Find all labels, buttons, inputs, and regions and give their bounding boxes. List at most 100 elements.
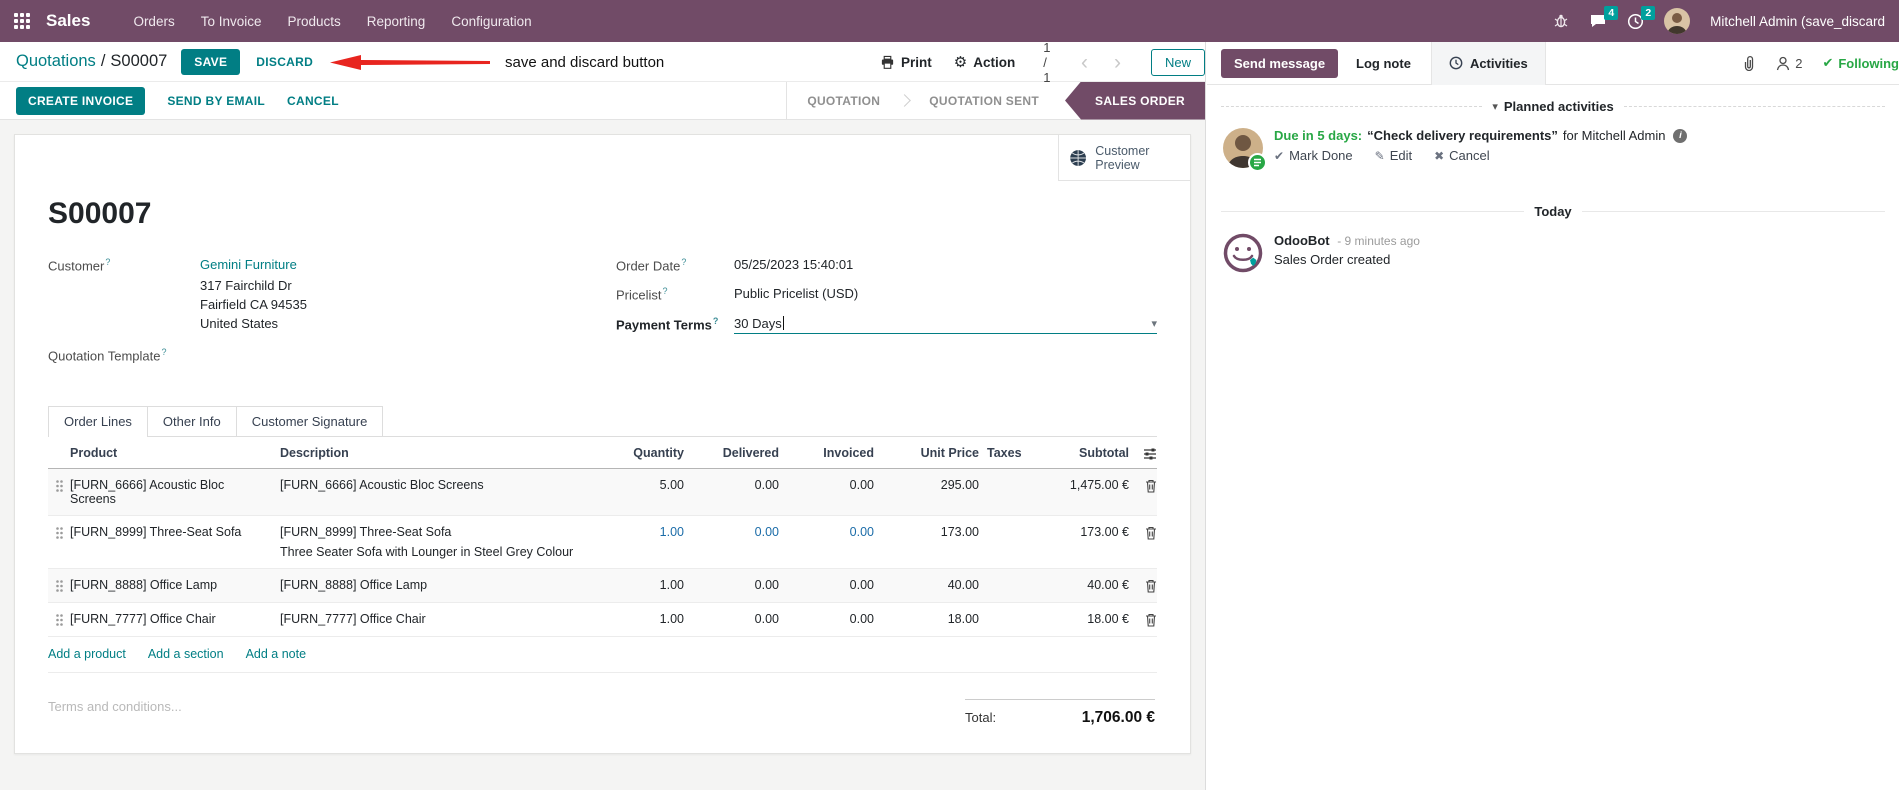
pricelist-value[interactable]: Public Pricelist (USD) [734, 286, 858, 302]
drag-handle-icon[interactable] [55, 614, 63, 627]
cancel-button[interactable]: CANCEL [287, 94, 339, 108]
apps-grid-icon[interactable] [14, 13, 30, 29]
cell-product[interactable]: [FURN_8888] Office Lamp [70, 578, 280, 592]
following-button[interactable]: ✔ Following [1822, 55, 1899, 71]
nav-item-reporting[interactable]: Reporting [356, 8, 437, 35]
cell-delivered[interactable]: 0.00 [684, 478, 779, 492]
cell-unit-price[interactable]: 173.00 [874, 525, 979, 539]
order-line-row[interactable]: [FURN_7777] Office Chair [FURN_7777] Off… [48, 603, 1157, 638]
customer-link[interactable]: Gemini Furniture [200, 257, 297, 272]
save-button[interactable]: SAVE [181, 48, 241, 75]
send-by-email-button[interactable]: SEND BY EMAIL [167, 94, 265, 108]
tab-customer-signature[interactable]: Customer Signature [235, 406, 384, 437]
nav-item-configuration[interactable]: Configuration [440, 8, 542, 35]
stage-quotation-sent[interactable]: QUOTATION SENT [909, 94, 1059, 108]
print-button[interactable]: Print [880, 55, 932, 70]
cell-unit-price[interactable]: 295.00 [874, 478, 979, 492]
delete-row-icon[interactable] [1145, 479, 1157, 493]
create-invoice-button[interactable]: CREATE INVOICE [16, 86, 146, 115]
cell-unit-price[interactable]: 40.00 [874, 578, 979, 592]
cell-quantity[interactable]: 5.00 [599, 478, 684, 492]
col-header-unit-price[interactable]: Unit Price [874, 446, 979, 460]
cancel-activity-button[interactable]: ✖ Cancel [1434, 148, 1490, 163]
dropdown-caret-icon[interactable]: ▾ [1151, 317, 1157, 330]
discard-button[interactable]: DISCARD [256, 55, 313, 69]
stage-sales-order-active[interactable]: SALES ORDER [1065, 81, 1205, 120]
attachment-paperclip-icon[interactable] [1741, 55, 1756, 71]
cell-quantity[interactable]: 1.00 [599, 612, 684, 626]
message-author[interactable]: OdooBot [1274, 233, 1330, 248]
cell-description[interactable]: [FURN_7777] Office Chair [280, 612, 599, 626]
add-a-note-link[interactable]: Add a note [246, 647, 306, 661]
activity-avatar [1223, 128, 1267, 172]
messages-icon[interactable]: 4 [1589, 6, 1619, 29]
cell-product[interactable]: [FURN_8999] Three-Seat Sofa [70, 525, 280, 539]
cell-product[interactable]: [FURN_6666] Acoustic Bloc Screens [70, 478, 280, 506]
app-name-sales[interactable]: Sales [46, 11, 90, 31]
nav-item-products[interactable]: Products [277, 8, 352, 35]
cell-invoiced[interactable]: 0.00 [779, 478, 874, 492]
col-header-invoiced[interactable]: Invoiced [779, 446, 874, 460]
pager-previous-icon[interactable]: ‹ [1079, 52, 1090, 73]
delete-row-icon[interactable] [1145, 613, 1157, 627]
cell-quantity[interactable]: 1.00 [599, 578, 684, 592]
address-line: 317 Fairchild Dr [200, 278, 292, 293]
followers-button[interactable]: 2 [1776, 56, 1802, 71]
pager-next-icon[interactable]: › [1112, 52, 1123, 73]
control-panel-row: Quotations / S00007 SAVE DISCARD save an… [0, 40, 1205, 85]
cell-quantity[interactable]: 1.00 [599, 525, 684, 539]
cell-delivered[interactable]: 0.00 [684, 525, 779, 539]
drag-handle-icon[interactable] [55, 527, 63, 540]
cell-delivered[interactable]: 0.00 [684, 578, 779, 592]
drag-handle-icon[interactable] [55, 580, 63, 593]
mark-done-button[interactable]: ✔ Mark Done [1274, 148, 1353, 163]
drag-handle-icon[interactable] [55, 480, 63, 493]
new-button[interactable]: New [1150, 48, 1205, 76]
edit-activity-button[interactable]: ✎ Edit [1375, 148, 1412, 163]
cell-invoiced[interactable]: 0.00 [779, 525, 874, 539]
description-line1: [FURN_8999] Three-Seat Sofa [280, 525, 452, 540]
breadcrumb-quotations-link[interactable]: Quotations [16, 52, 96, 71]
stage-quotation[interactable]: QUOTATION [787, 94, 900, 108]
payment-terms-input[interactable]: 30 Days ▾ [734, 316, 1157, 334]
user-avatar[interactable] [1664, 8, 1691, 34]
cell-delivered[interactable]: 0.00 [684, 612, 779, 626]
planned-activities-toggle[interactable]: ▾ Planned activities [1492, 99, 1613, 114]
delete-row-icon[interactable] [1145, 579, 1157, 593]
cell-description[interactable]: [FURN_8999] Three-Seat Sofa Three Seater… [280, 525, 599, 559]
col-header-product[interactable]: Product [70, 446, 280, 460]
optional-columns-icon[interactable] [1143, 447, 1157, 461]
cell-description[interactable]: [FURN_6666] Acoustic Bloc Screens [280, 478, 599, 492]
activities-tab[interactable]: Activities [1430, 42, 1546, 85]
col-header-taxes[interactable]: Taxes [979, 446, 1029, 460]
order-line-row[interactable]: [FURN_8999] Three-Seat Sofa [FURN_8999] … [48, 516, 1157, 570]
order-date-value[interactable]: 05/25/2023 15:40:01 [734, 257, 853, 273]
delete-row-icon[interactable] [1145, 526, 1157, 540]
cell-unit-price[interactable]: 18.00 [874, 612, 979, 626]
activities-clock-icon[interactable]: 2 [1627, 5, 1656, 30]
tab-order-lines[interactable]: Order Lines [48, 406, 148, 438]
order-line-row[interactable]: [FURN_8888] Office Lamp [FURN_8888] Offi… [48, 569, 1157, 604]
debug-bug-icon[interactable] [1553, 13, 1569, 29]
nav-item-to-invoice[interactable]: To Invoice [190, 8, 273, 35]
user-menu[interactable]: Mitchell Admin (save_discard [1710, 14, 1885, 29]
col-header-subtotal[interactable]: Subtotal [1029, 446, 1129, 460]
info-icon[interactable]: i [1673, 128, 1688, 143]
cell-description[interactable]: [FURN_8888] Office Lamp [280, 578, 599, 592]
log-note-button[interactable]: Log note [1356, 56, 1411, 71]
col-header-quantity[interactable]: Quantity [599, 446, 684, 460]
order-line-row[interactable]: [FURN_6666] Acoustic Bloc Screens [FURN_… [48, 469, 1157, 517]
cell-invoiced[interactable]: 0.00 [779, 578, 874, 592]
tab-other-info[interactable]: Other Info [146, 406, 237, 437]
nav-item-orders[interactable]: Orders [122, 8, 185, 35]
terms-and-conditions-placeholder[interactable]: Terms and conditions... [48, 699, 182, 727]
add-a-product-link[interactable]: Add a product [48, 647, 126, 661]
cell-product[interactable]: [FURN_7777] Office Chair [70, 612, 280, 626]
action-button[interactable]: ⚙ Action [954, 55, 1015, 70]
cell-invoiced[interactable]: 0.00 [779, 612, 874, 626]
col-header-description[interactable]: Description [280, 446, 599, 460]
send-message-button[interactable]: Send message [1221, 48, 1339, 78]
add-a-section-link[interactable]: Add a section [148, 647, 224, 661]
customer-preview-button[interactable]: Customer Preview [1058, 135, 1190, 181]
col-header-delivered[interactable]: Delivered [684, 446, 779, 460]
